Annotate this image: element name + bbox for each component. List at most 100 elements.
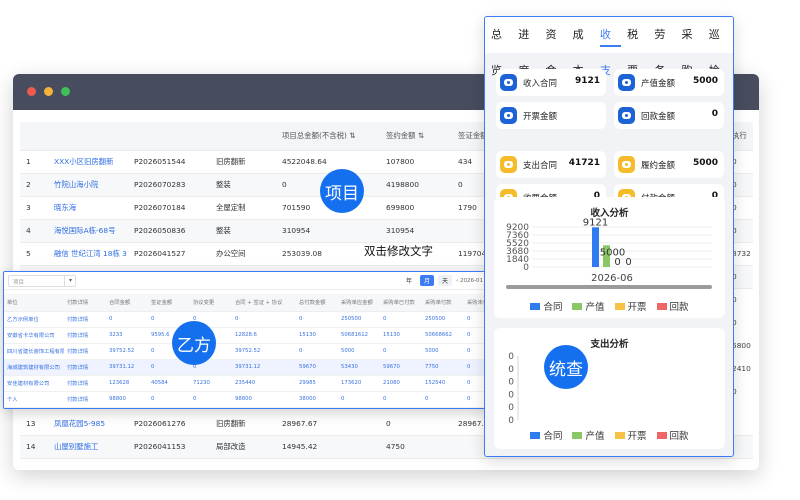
stat-label: 履约金额: [641, 161, 676, 171]
popup-cell: 152540: [422, 375, 464, 392]
stat-card[interactable]: 支出合同 41721: [496, 151, 606, 178]
popup-cell[interactable]: 乙方示例单位: [4, 311, 64, 328]
popup-table-row[interactable]: 安徽省卡华有限公司付款详情32339595.6012828.6151305068…: [4, 327, 489, 344]
stat-card[interactable]: 履约金额 5000: [614, 151, 724, 178]
funnel-icon[interactable]: ▾: [64, 275, 76, 287]
y-tick-label: 0: [508, 365, 514, 375]
popup-column-header: 采购单已付款: [380, 294, 422, 312]
cell-sign: 310954: [380, 219, 452, 243]
legend-item[interactable]: 回款: [656, 428, 689, 442]
stat-card[interactable]: 收入合同 9121: [496, 69, 606, 96]
stat-card[interactable]: 产值金额 5000: [614, 69, 724, 96]
tab-3[interactable]: 成本: [570, 17, 597, 77]
view-day-button[interactable]: 天: [438, 275, 453, 286]
income-chart-legend: 合同 产值 开票 回款: [494, 299, 725, 313]
cell-name[interactable]: 海悦国际A栋-68号: [48, 219, 128, 243]
tab-1[interactable]: 进度: [515, 17, 542, 77]
popup-cell: 50681612: [338, 327, 380, 344]
legend-swatch: [572, 431, 583, 439]
bar-合同[interactable]: [592, 227, 599, 267]
popup-cell: 123628: [106, 375, 148, 392]
party-b-table: 单位 付款详情 合同金额 签证金额 协议变更 合同 + 签证 + 协议 总付款金额 采购单应金…: [4, 294, 489, 408]
popup-cell[interactable]: 安佳建材有限公司: [4, 375, 64, 392]
legend-item[interactable]: 开票: [614, 299, 647, 313]
stat-value: 5000: [692, 158, 718, 168]
popup-table-row[interactable]: 乙方示例单位 付款详情 0 0 0 0 0 250500 0 250500 0: [4, 311, 489, 328]
popup-table-row[interactable]: 个人 付款详情 98800 0 0 98800 38000 0 0 0 0: [4, 391, 489, 408]
side-cell: 0: [732, 203, 737, 212]
payment-detail-link[interactable]: 付款详情: [64, 311, 106, 328]
popup-cell[interactable]: 安徽省卡华有限公司: [4, 327, 64, 344]
popup-table-row[interactable]: 海城建筑建材有限公司 付款详情 39731.12 0 0 39731.12 59670 534…: [4, 359, 489, 376]
column-header-sign-amount[interactable]: 签约金额 ⇅: [380, 122, 452, 151]
legend-item[interactable]: 产值: [572, 428, 605, 442]
cell-type: 办公空间: [210, 242, 276, 266]
popup-cell: 59670: [380, 359, 422, 376]
y-tick-label: 0: [508, 403, 514, 413]
minimize-window-button[interactable]: [44, 87, 53, 96]
cell-name[interactable]: 山屋别墅施工: [48, 435, 128, 459]
popup-cell: 29985: [296, 375, 338, 392]
tab-2[interactable]: 资金: [542, 17, 569, 77]
stat-card[interactable]: 开票金额: [496, 102, 606, 129]
maximize-window-button[interactable]: [61, 87, 70, 96]
cell-name[interactable]: XXX小区旧房翻新: [48, 150, 128, 174]
popup-column-header: 协议变更: [190, 294, 232, 312]
popup-cell[interactable]: 四川省建长装饰工程有限公司: [4, 343, 64, 360]
tab-7[interactable]: 采购: [679, 17, 706, 77]
legend-item[interactable]: 开票: [614, 428, 647, 442]
legend-item[interactable]: 回款: [656, 299, 689, 313]
payment-detail-link[interactable]: 付款详情: [64, 391, 106, 408]
cell-type: 旧房翻新: [210, 150, 276, 174]
popup-column-header: 单位: [4, 294, 64, 312]
popup-cell[interactable]: 海城建筑建材有限公司: [4, 359, 64, 376]
column-header-total-amount[interactable]: 项目总金额(不含税) ⇅: [276, 122, 380, 151]
cell-name[interactable]: 晓东海: [48, 196, 128, 220]
popup-table-row[interactable]: 安佳建材有限公司 付款详情 123628 40584 71230 235440 29985 1…: [4, 375, 489, 392]
stat-label: 回款金额: [641, 112, 676, 122]
popup-column-header: 总付款金额: [296, 294, 338, 312]
cell-no: 5: [20, 242, 48, 266]
cell-name[interactable]: 凤凰花园5-985: [48, 412, 128, 436]
payment-detail-link[interactable]: 付款详情: [64, 375, 106, 392]
close-window-button[interactable]: [27, 87, 36, 96]
legend-item[interactable]: 产值: [572, 299, 605, 313]
wallet-icon: [500, 107, 517, 124]
side-cell: 0: [732, 226, 737, 235]
payment-detail-link[interactable]: 付款详情: [64, 327, 106, 344]
tab-5[interactable]: 税票: [624, 17, 651, 77]
cell-no: 4: [20, 219, 48, 243]
cell-no: 1: [20, 150, 48, 174]
tab-0[interactable]: 总览: [488, 17, 515, 77]
payment-detail-link[interactable]: 付款详情: [64, 343, 106, 360]
cell-name[interactable]: 融信 世纪江湾 18栋 3: [48, 242, 128, 266]
expense-analysis-card: 支出分析 000000 合同 产值 开票 回款: [494, 328, 725, 449]
tab-8[interactable]: 巡检: [706, 17, 733, 77]
popup-cell: 5000: [422, 343, 464, 360]
legend-item[interactable]: 合同: [530, 299, 562, 313]
view-month-button[interactable]: 月: [420, 275, 435, 286]
payment-detail-link[interactable]: 付款详情: [64, 359, 106, 376]
cell-code: P2026051544: [128, 150, 210, 174]
cell-name[interactable]: 竹院山海小院: [48, 173, 128, 197]
popup-cell: 21080: [380, 375, 422, 392]
popup-table-row[interactable]: 四川省建长装饰工程有限公司付款详情39752.520039752.5205000…: [4, 343, 489, 360]
popup-cell: 0: [422, 391, 464, 408]
view-year-button[interactable]: 年: [402, 275, 416, 286]
cell-code: P2026070283: [128, 173, 210, 197]
legend-label: 开票: [627, 431, 647, 442]
stats-label-bubble: 统查: [544, 345, 588, 389]
column-header: [128, 122, 210, 151]
popup-cell[interactable]: 个人: [4, 391, 64, 408]
stat-card[interactable]: 回款金额 0: [614, 102, 724, 129]
tab-6[interactable]: 劳务: [651, 17, 678, 77]
data-label: 5000: [600, 247, 625, 258]
y-tick-label: 0: [508, 352, 514, 362]
data-label: 0: [614, 257, 620, 268]
tab-4[interactable]: 收支: [597, 17, 624, 77]
cell-type: 整装: [210, 219, 276, 243]
date-navigator[interactable]: ‹ 2026-01: [456, 278, 483, 284]
legend-item[interactable]: 合同: [530, 428, 562, 442]
chart-scrollbar[interactable]: [506, 285, 712, 289]
cell-no: 3: [20, 196, 48, 220]
